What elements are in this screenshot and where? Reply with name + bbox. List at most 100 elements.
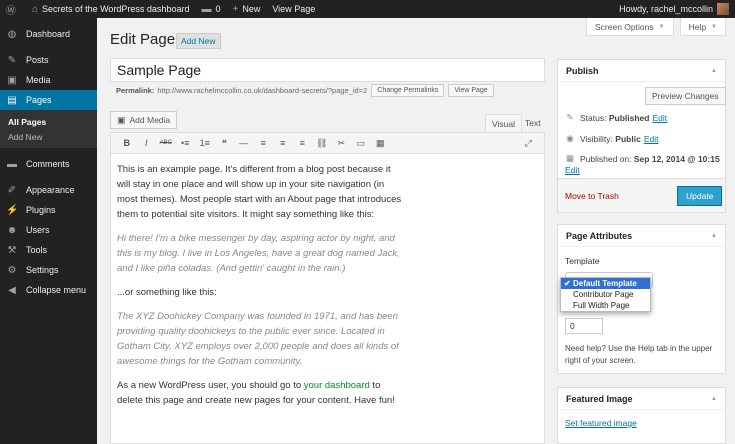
read-more-icon[interactable]: ▭ xyxy=(351,138,371,149)
tab-text[interactable]: Text xyxy=(519,114,547,132)
align-left-icon[interactable]: ≡ xyxy=(254,138,274,148)
pages-submenu: All Pages Add New xyxy=(0,110,97,148)
pages-icon: ▤ xyxy=(7,94,17,106)
order-input[interactable]: 0 xyxy=(565,318,603,334)
site-name: Secrets of the WordPress dashboard xyxy=(42,4,190,14)
plug-icon: ⚡ xyxy=(6,204,19,216)
users-icon: ☻ xyxy=(6,224,18,236)
move-to-trash-link[interactable]: Move to Trash xyxy=(565,191,619,201)
edit-visibility-link[interactable]: Edit xyxy=(644,134,659,144)
submenu-all-pages[interactable]: All Pages xyxy=(0,114,97,129)
quote-paragraph: The XYZ Doohickey Company was founded in… xyxy=(117,311,399,367)
sidebar-item-users[interactable]: ☻ Users xyxy=(0,220,97,240)
sliders-icon: ⚙ xyxy=(7,264,17,276)
italic-icon[interactable]: I xyxy=(137,138,157,148)
set-featured-image-link[interactable]: Set featured image xyxy=(565,418,637,428)
caret-down-icon: ▼ xyxy=(711,23,717,30)
featured-image-box: Featured Image ▲ xyxy=(557,387,726,444)
toolbar-toggle-icon[interactable]: ▦ xyxy=(371,138,391,149)
howdy-text: Howdy, rachel_mccollin xyxy=(619,4,713,14)
my-account-link[interactable]: Howdy, rachel_mccollin xyxy=(613,0,735,18)
numbered-list-icon[interactable]: 1≡ xyxy=(195,138,215,148)
view-page-link[interactable]: View Page xyxy=(266,0,321,18)
admin-side-menu: ◍ Dashboard ✎ Posts ▣ Media ▤ Pages All Page… xyxy=(0,18,97,444)
template-option-contributor[interactable]: Contributor Page xyxy=(561,289,650,300)
submenu-add-new[interactable]: Add New xyxy=(0,129,97,144)
sidebar-item-tools[interactable]: ⚒ Tools xyxy=(0,240,97,260)
collapse-arrow-icon[interactable]: ▲ xyxy=(711,68,717,74)
screen-options-button[interactable]: Screen Options ▼ xyxy=(586,18,674,36)
template-option-default[interactable]: ✔ Default Template xyxy=(561,278,650,289)
sidebar-item-settings[interactable]: ⚙ Settings xyxy=(0,260,97,280)
sidebar-item-pages[interactable]: ▤ Pages xyxy=(0,90,97,110)
change-permalinks-button[interactable]: Change Permalinks xyxy=(371,84,445,97)
blockquote-icon[interactable]: ❝ xyxy=(215,138,235,149)
edit-date-link[interactable]: Edit xyxy=(565,165,580,175)
sidebar-item-dashboard[interactable]: ◍ Dashboard xyxy=(0,24,97,44)
align-center-icon[interactable]: ≡ xyxy=(273,138,293,148)
permalink-label: Permalink: xyxy=(116,86,155,95)
unlink-icon[interactable]: ✂ xyxy=(332,138,352,149)
align-right-icon[interactable]: ≡ xyxy=(293,138,313,148)
post-title-input[interactable]: Sample Page xyxy=(110,58,545,82)
strikethrough-icon[interactable]: ABC xyxy=(156,140,176,146)
comment-icon: ▬ xyxy=(201,3,212,15)
edit-date-row: Edit xyxy=(565,165,580,175)
pin-icon: ✎ xyxy=(566,112,574,122)
caret-down-icon: ▼ xyxy=(658,23,665,30)
editor-content[interactable]: This is an example page. It's different … xyxy=(111,154,411,425)
permalink-row: Permalink: http://www.rachelmccollin.co.… xyxy=(116,84,494,97)
page-attributes-header[interactable]: Page Attributes ▲ xyxy=(558,225,725,247)
preview-changes-button[interactable]: Preview Changes xyxy=(645,87,726,105)
new-content-link[interactable]: + New xyxy=(226,0,266,18)
quote-paragraph: Hi there! I'm a bike messenger by day, a… xyxy=(117,233,400,274)
bullet-list-icon[interactable]: •≡ xyxy=(176,138,196,148)
comments-count: 0 xyxy=(215,4,221,14)
view-page-button[interactable]: View Page xyxy=(448,84,494,97)
brush-icon: ✐ xyxy=(7,184,17,196)
permalink-url[interactable]: http://www.rachelmccollin.co.uk/dashboar… xyxy=(157,86,367,95)
add-media-button[interactable]: ▣ Add Media xyxy=(110,111,178,129)
fullscreen-icon[interactable]: ⤢ xyxy=(519,138,539,149)
help-button[interactable]: Help ▼ xyxy=(679,18,726,36)
edit-status-link[interactable]: Edit xyxy=(652,113,667,123)
screen-meta-links: Screen Options ▼ Help ▼ xyxy=(586,18,726,36)
paragraph: ...or something like this: xyxy=(117,287,217,298)
tab-visual[interactable]: Visual xyxy=(485,114,522,132)
page-title: Edit Page xyxy=(110,31,176,48)
calendar-icon: ▦ xyxy=(565,153,575,163)
sidebar-item-media[interactable]: ▣ Media xyxy=(0,70,97,90)
wp-logo[interactable]: Ⓦ xyxy=(0,0,26,18)
plus-icon: + xyxy=(232,3,239,15)
wordpress-icon: Ⓦ xyxy=(6,5,16,17)
sidebar-item-plugins[interactable]: ⚡ Plugins xyxy=(0,200,97,220)
collapse-arrow-icon[interactable]: ▲ xyxy=(711,396,717,402)
admin-bar: Ⓦ ⌂ Secrets of the WordPress dashboard ▬ 0… xyxy=(0,0,735,18)
site-name-link[interactable]: ⌂ Secrets of the WordPress dashboard xyxy=(26,0,195,18)
add-new-button[interactable]: Add New xyxy=(176,33,221,49)
paragraph: This is an example page. It's different … xyxy=(117,164,402,220)
bold-icon[interactable]: B xyxy=(117,138,137,148)
featured-image-header[interactable]: Featured Image ▲ xyxy=(558,388,725,410)
dashboard-link[interactable]: your dashboard xyxy=(304,380,370,391)
publish-box-header[interactable]: Publish ▲ xyxy=(558,60,725,82)
avatar xyxy=(717,3,729,15)
comments-link[interactable]: ▬ 0 xyxy=(195,0,226,18)
template-dropdown: ✔ Default Template Contributor Page Full … xyxy=(560,277,651,312)
visibility-row: ◉ Visibility: Public Edit xyxy=(566,133,659,144)
link-icon[interactable]: ⛓ xyxy=(312,138,332,149)
check-icon: ✔ xyxy=(564,279,571,288)
sidebar-item-comments[interactable]: ▬ Comments xyxy=(0,154,97,174)
content-editor[interactable]: B I ABC •≡ 1≡ ❝ — ≡ ≡ ≡ ⛓ ✂ ▭ ▦ ⤢ This i… xyxy=(110,132,545,444)
horizontal-rule-icon[interactable]: — xyxy=(234,138,254,148)
eye-icon: ◉ xyxy=(566,133,574,143)
template-option-full-width[interactable]: Full Width Page xyxy=(561,300,650,311)
template-label: Template xyxy=(565,256,600,266)
sidebar-item-appearance[interactable]: ✐ Appearance xyxy=(0,180,97,200)
update-button[interactable]: Update xyxy=(677,186,723,206)
published-date-row: ▦ Published on: Sep 12, 2014 @ 10:15 xyxy=(565,153,720,164)
status-row: ✎ Status: Published Edit xyxy=(566,112,668,123)
collapse-arrow-icon[interactable]: ▲ xyxy=(711,233,717,239)
collapse-menu-button[interactable]: ◀ Collapse menu xyxy=(0,280,97,300)
sidebar-item-posts[interactable]: ✎ Posts xyxy=(0,50,97,70)
